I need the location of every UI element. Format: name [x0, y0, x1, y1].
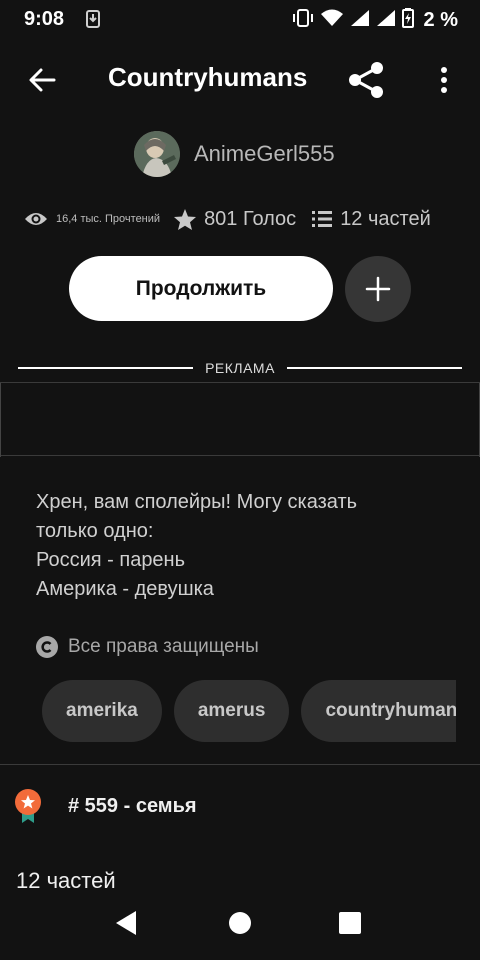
- tag-chip[interactable]: amerika: [42, 680, 162, 742]
- reads-count: 16,4 тыс. Прочтений: [56, 213, 161, 225]
- ad-slot[interactable]: [0, 382, 480, 457]
- back-button[interactable]: [22, 60, 62, 100]
- status-icons: 2 %: [292, 8, 458, 33]
- divider-line: [18, 367, 194, 369]
- eye-icon: [25, 213, 47, 225]
- system-nav-bar: [0, 888, 480, 960]
- vibrate-icon: [292, 9, 314, 32]
- description-line: только одно:: [36, 520, 154, 542]
- description-line: Америка - девушка: [36, 578, 214, 600]
- download-icon: [86, 10, 100, 33]
- votes-stat: 801 Голос: [174, 208, 296, 231]
- avatar[interactable]: [134, 131, 180, 177]
- star-icon: [174, 208, 197, 230]
- parts-count: 12 частей: [340, 207, 431, 230]
- votes-count: 801 Голос: [204, 207, 297, 230]
- story-title: Countryhumans: [108, 62, 308, 92]
- list-icon: [312, 211, 333, 227]
- description-line: Хрен, вам сполейры! Могу сказать: [36, 491, 358, 513]
- nav-recents-icon[interactable]: [339, 912, 361, 934]
- reads-stat: 16,4 тыс. Прочтений: [24, 211, 160, 227]
- battery-percent: 2 %: [423, 9, 458, 31]
- tag-chip[interactable]: amerus: [173, 680, 290, 742]
- section-divider: [0, 764, 480, 765]
- nav-home-icon[interactable]: [229, 912, 251, 934]
- signal-icon: [376, 9, 396, 32]
- wifi-icon: [320, 9, 344, 32]
- signal-icon: [350, 9, 370, 32]
- screen: 9:08 2 % Countryhumans AnimeGerl555 16,4…: [0, 0, 480, 960]
- ad-slot-frame: [0, 383, 480, 457]
- arrow-left-icon: [29, 68, 56, 92]
- ranking-badge-icon: [15, 789, 41, 823]
- copyright-row: Все права защищены: [36, 636, 259, 658]
- more-vertical-icon: [441, 67, 447, 93]
- continue-reading-button[interactable]: Продолжить: [69, 256, 333, 321]
- copyright-icon: [36, 636, 58, 658]
- copyright-text: Все права защищены: [68, 636, 259, 657]
- status-bar: 9:08 2 %: [0, 0, 480, 38]
- ad-label: РЕКЛАМА: [205, 360, 275, 376]
- status-time: 9:08: [24, 8, 65, 30]
- nav-back-icon[interactable]: [114, 910, 138, 936]
- tag-list: amerika amerus countryhumans: [42, 680, 456, 742]
- battery-charging-icon: [401, 8, 414, 33]
- tag-chip[interactable]: countryhumans: [301, 680, 456, 742]
- toolbar: Countryhumans: [0, 40, 480, 116]
- divider-line: [286, 367, 463, 369]
- ranking-row[interactable]: # 559 - семья: [14, 788, 197, 824]
- parts-stat: 12 частей: [312, 208, 431, 231]
- description-line: Россия - парень: [36, 549, 186, 571]
- story-description: Хрен, вам сполейры! Могу сказать только …: [36, 488, 456, 604]
- plus-icon: [365, 276, 391, 302]
- add-to-library-button[interactable]: [345, 256, 411, 322]
- more-options-button[interactable]: [424, 58, 464, 102]
- share-icon: [349, 62, 383, 98]
- author-name[interactable]: AnimeGerl555: [194, 141, 335, 167]
- ad-divider: РЕКЛАМА: [18, 356, 463, 380]
- author-row[interactable]: AnimeGerl555: [134, 130, 335, 178]
- share-button[interactable]: [344, 58, 388, 102]
- ranking-text[interactable]: # 559 - семья: [68, 795, 197, 818]
- story-stats: 16,4 тыс. Прочтений 801 Голос 12 частей: [24, 204, 464, 234]
